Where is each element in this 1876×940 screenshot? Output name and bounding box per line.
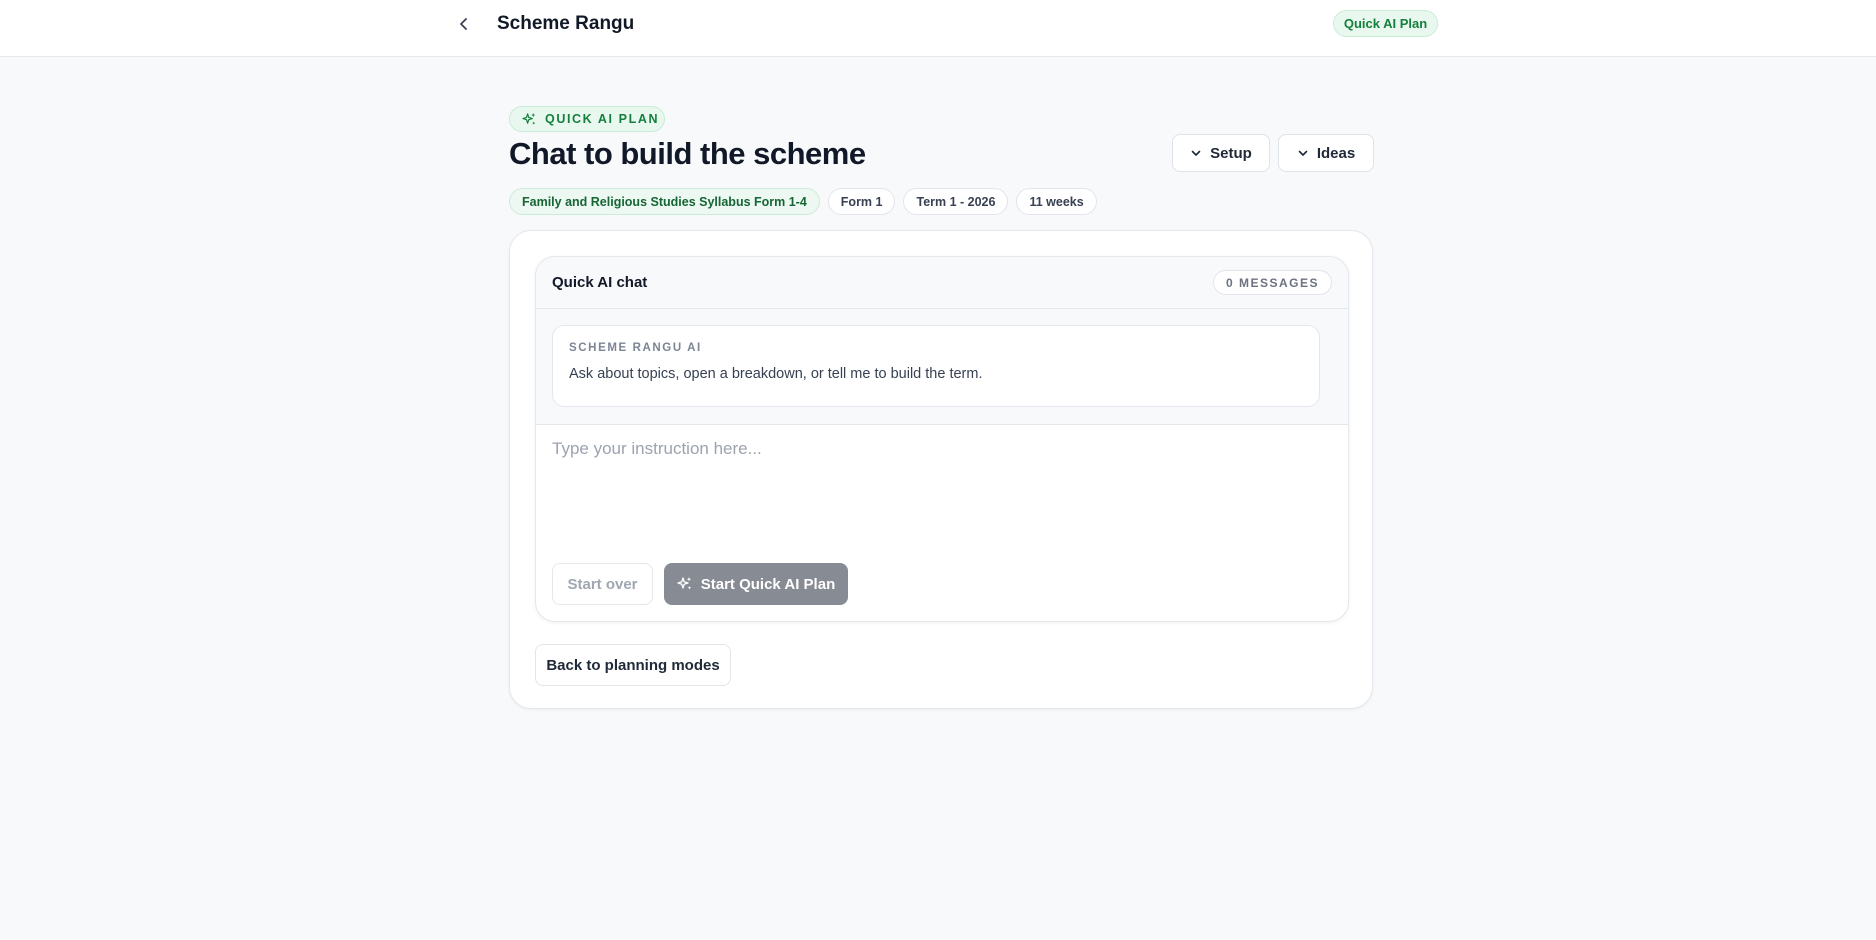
setup-button[interactable]: Setup bbox=[1172, 134, 1270, 172]
mode-badge: Quick AI Plan bbox=[1333, 10, 1438, 37]
planning-card: Quick AI chat 0 MESSAGES SCHEME RANGU AI… bbox=[509, 230, 1373, 709]
chat-title: Quick AI chat bbox=[552, 274, 648, 291]
message-count-badge: 0 MESSAGES bbox=[1212, 270, 1332, 295]
chevron-left-icon bbox=[460, 18, 467, 30]
start-quick-ai-plan-button[interactable]: Start Quick AI Plan bbox=[664, 563, 848, 605]
app-title: Scheme Rangu bbox=[497, 13, 635, 34]
assistant-message-text: Ask about topics, open a breakdown, or t… bbox=[569, 366, 983, 382]
assistant-message: SCHEME RANGU AI Ask about topics, open a… bbox=[552, 325, 1320, 407]
instruction-input[interactable] bbox=[552, 439, 1332, 549]
sparkles-icon bbox=[677, 577, 692, 590]
term-chip: Term 1 - 2026 bbox=[903, 188, 1009, 215]
back-button[interactable] bbox=[452, 12, 476, 36]
eyebrow-label: QUICK AI PLAN bbox=[545, 112, 660, 126]
ideas-label: Ideas bbox=[1316, 144, 1356, 162]
composer: Start over Start Quick AI Plan bbox=[536, 425, 1348, 621]
chevron-down-icon bbox=[1191, 150, 1201, 156]
start-over-button[interactable]: Start over bbox=[552, 563, 653, 605]
top-bar: Scheme Rangu Quick AI Plan bbox=[0, 0, 1876, 57]
assistant-name: SCHEME RANGU AI bbox=[569, 342, 702, 354]
weeks-chip: 11 weeks bbox=[1016, 188, 1097, 215]
eyebrow-badge: QUICK AI PLAN bbox=[509, 106, 665, 132]
message-list: SCHEME RANGU AI Ask about topics, open a… bbox=[536, 309, 1348, 425]
chat-header: Quick AI chat 0 MESSAGES bbox=[536, 257, 1348, 309]
page-title: Chat to build the scheme bbox=[509, 136, 866, 171]
setup-label: Setup bbox=[1210, 144, 1252, 162]
back-to-planning-modes-button[interactable]: Back to planning modes bbox=[535, 644, 731, 686]
sparkles-icon bbox=[522, 112, 536, 125]
syllabus-chip: Family and Religious Studies Syllabus Fo… bbox=[509, 188, 820, 215]
form-chip: Form 1 bbox=[827, 188, 896, 215]
chevron-down-icon bbox=[1298, 150, 1308, 156]
ideas-button[interactable]: Ideas bbox=[1278, 134, 1374, 172]
context-chips: Family and Religious Studies Syllabus Fo… bbox=[509, 188, 1097, 215]
chat-panel: Quick AI chat 0 MESSAGES SCHEME RANGU AI… bbox=[535, 256, 1349, 622]
start-quick-ai-plan-label: Start Quick AI Plan bbox=[700, 575, 836, 593]
